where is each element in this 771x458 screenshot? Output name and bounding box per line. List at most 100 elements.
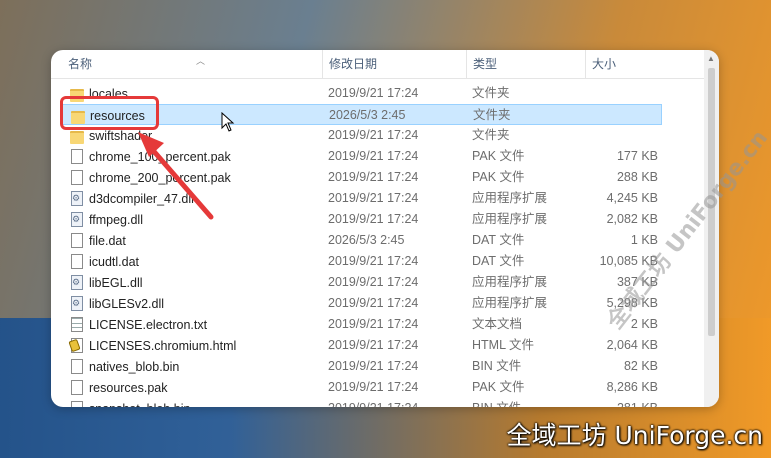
file-type: 应用程序扩展 — [472, 296, 548, 310]
file-type: PAK 文件 — [472, 380, 525, 394]
file-name: libGLESv2.dll — [89, 296, 165, 311]
scroll-up-icon[interactable]: ▲ — [707, 54, 715, 63]
file-name: chrome_100_percent.pak — [89, 149, 231, 164]
dll-icon — [71, 191, 83, 206]
file-type: 文件夹 — [472, 86, 510, 100]
file-size: 8,286 KB — [606, 380, 658, 394]
column-header-type[interactable]: 类型 — [467, 50, 586, 78]
file-name-cell: snapshot_blob.bin — [70, 398, 190, 407]
file-type: BIN 文件 — [472, 398, 521, 407]
file-name-cell: libGLESv2.dll — [70, 293, 164, 314]
sort-up-icon: ︿ — [196, 56, 206, 66]
file-row[interactable]: LICENSE.electron.txt 2019/9/21 17:24 文本文档 2… — [51, 314, 662, 335]
file-date: 2019/9/21 17:24 — [328, 380, 419, 394]
file-name: swiftshader — [89, 128, 153, 143]
file-date: 2019/9/21 17:24 — [328, 191, 419, 205]
file-date: 2019/9/21 17:24 — [328, 338, 419, 352]
file-name: ffmpeg.dll — [89, 212, 143, 227]
file-row[interactable]: file.dat 2026/5/3 2:45 DAT 文件 1 KB — [51, 230, 662, 251]
file-type: 文件夹 — [473, 108, 511, 122]
file-date: 2026/5/3 2:45 — [328, 233, 405, 247]
file-row[interactable]: LICENSES.chromium.html 2019/9/21 17:24 HTM… — [51, 335, 662, 356]
file-icon — [71, 170, 83, 185]
file-type: 应用程序扩展 — [472, 275, 548, 289]
file-date: 2019/9/21 17:24 — [328, 317, 419, 331]
file-name: LICENSE.electron.txt — [89, 317, 208, 332]
file-date: 2019/9/21 17:24 — [328, 149, 419, 163]
file-date: 2019/9/21 17:24 — [328, 170, 419, 184]
file-type: BIN 文件 — [472, 359, 522, 373]
file-name: icudtl.dat — [89, 254, 140, 269]
file-size: 281 KB — [586, 398, 658, 407]
file-name-cell: file.dat — [70, 230, 126, 251]
column-header-size[interactable]: 大小 — [586, 50, 666, 78]
file-type: 文件夹 — [472, 128, 510, 142]
file-icon — [71, 401, 83, 407]
html-file-icon — [71, 338, 83, 353]
file-name: LICENSES.chromium.html — [89, 338, 237, 353]
file-name-cell: resources.pak — [70, 377, 168, 398]
file-row[interactable]: natives_blob.bin 2019/9/21 17:24 BIN 文件 82 … — [51, 356, 662, 377]
file-name: snapshot_blob.bin — [89, 402, 190, 408]
column-header-name[interactable]: ︿ 名称 — [62, 50, 323, 78]
file-type: HTML 文件 — [472, 338, 535, 352]
file-name-cell: icudtl.dat — [70, 251, 139, 272]
file-type: PAK 文件 — [472, 149, 525, 163]
file-date: 2019/9/21 17:24 — [328, 86, 419, 100]
file-name-cell: libEGL.dll — [70, 272, 143, 293]
file-date: 2019/9/21 17:24 — [328, 275, 419, 289]
column-header-date[interactable]: 修改日期 — [323, 50, 467, 78]
column-header-row: ︿ 名称 修改日期 类型 大小 — [51, 50, 719, 79]
file-size: 177 KB — [616, 149, 658, 163]
column-header-date-label: 修改日期 — [329, 57, 378, 71]
file-name-cell: d3dcompiler_47.dll — [70, 188, 194, 209]
file-icon — [71, 149, 83, 164]
file-name-cell: chrome_200_percent.pak — [70, 167, 231, 188]
file-name: chrome_200_percent.pak — [89, 170, 231, 185]
dll-icon — [71, 212, 83, 227]
mouse-cursor-icon — [221, 112, 235, 132]
file-date: 2019/9/21 17:24 — [328, 296, 419, 310]
file-name: natives_blob.bin — [89, 359, 180, 374]
file-date: 2019/9/21 17:24 — [328, 212, 419, 226]
file-icon — [71, 359, 83, 374]
file-size: 4,245 KB — [606, 191, 658, 205]
column-header-size-label: 大小 — [592, 57, 617, 71]
watermark-bottom: 全域工坊 UniForge.cn — [506, 421, 763, 450]
file-date: 2026/5/3 2:45 — [329, 108, 406, 122]
file-size: 1 KB — [630, 233, 658, 247]
file-row[interactable]: snapshot_blob.bin 2019/9/21 17:24 BIN 文件 28… — [51, 398, 662, 407]
file-date: 2019/9/21 17:24 — [328, 359, 419, 373]
file-size: 82 KB — [623, 359, 658, 373]
file-type: 文本文档 — [472, 317, 523, 331]
file-row[interactable]: libEGL.dll2019/9/21 17:24应用程序扩展387 KB — [51, 272, 662, 293]
file-row[interactable]: chrome_100_percent.pak 2019/9/21 17:24 PAK… — [51, 146, 662, 167]
file-row[interactable]: d3dcompiler_47.dll 2019/9/21 17:24 应用程序扩展 4… — [51, 188, 662, 209]
file-row[interactable]: icudtl.dat 2019/9/21 17:24 DAT 文件 10,085 KB — [51, 251, 662, 272]
file-date: 2019/9/21 17:24 — [328, 254, 419, 268]
file-size: 2,082 KB — [606, 212, 658, 226]
file-type: PAK 文件 — [472, 170, 525, 184]
file-row[interactable]: ffmpeg.dll 2019/9/21 17:24 应用程序扩展 2,082 KB — [51, 209, 662, 230]
file-row[interactable]: libGLESv2.dll2019/9/21 17:24应用程序扩展5,298 … — [51, 293, 662, 314]
folder-icon — [70, 130, 84, 144]
file-date: 2019/9/21 17:24 — [328, 128, 419, 142]
file-name-cell: ffmpeg.dll — [70, 209, 143, 230]
file-row[interactable]: resources.pak 2019/9/21 17:24 PAK 文件 8,286 … — [51, 377, 662, 398]
file-name-cell: chrome_100_percent.pak — [70, 146, 231, 167]
file-size: 288 KB — [616, 170, 658, 184]
file-icon — [71, 380, 83, 395]
file-type: DAT 文件 — [472, 233, 525, 247]
file-type: 应用程序扩展 — [472, 212, 548, 226]
file-type: 应用程序扩展 — [472, 191, 548, 205]
file-name: resources.pak — [89, 380, 168, 395]
file-date: 2019/9/21 17:24 — [328, 398, 418, 407]
column-header-name-label: 名称 — [68, 57, 93, 71]
dll-icon — [71, 296, 83, 311]
file-name-cell: LICENSES.chromium.html — [70, 335, 236, 356]
file-icon — [71, 233, 83, 248]
file-name-cell: LICENSE.electron.txt — [70, 314, 207, 335]
file-name-cell: natives_blob.bin — [70, 356, 179, 377]
file-row[interactable]: chrome_200_percent.pak 2019/9/21 17:24 PAK… — [51, 167, 662, 188]
column-header-type-label: 类型 — [473, 57, 498, 71]
